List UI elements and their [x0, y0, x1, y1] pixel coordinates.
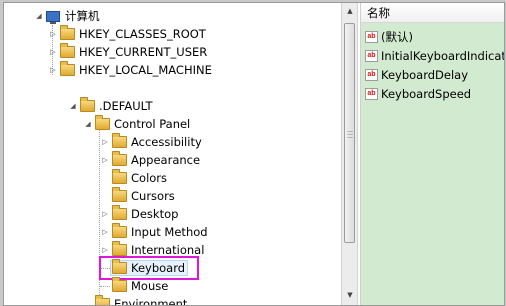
tree-scrollbar[interactable]: ▲ — — — ▼: [341, 3, 358, 305]
folder-icon: [112, 169, 127, 184]
string-value-icon: ab: [365, 69, 378, 81]
tree-node-computer[interactable]: ◢ 计算机: [34, 7, 100, 25]
tree-node-mouse[interactable]: Mouse: [100, 277, 168, 295]
folder-icon: [60, 25, 75, 40]
tree-node-appearance[interactable]: ▷ Appearance: [100, 151, 200, 169]
collapsed-arrow-icon[interactable]: ▷: [100, 228, 110, 236]
tree-node-label: .DEFAULT: [99, 99, 153, 113]
string-value-icon: ab: [365, 31, 378, 43]
value-name: KeyboardDelay: [381, 68, 469, 82]
folder-icon: [112, 241, 127, 256]
tree-node-label: HKEY_LOCAL_MACHINE: [79, 63, 212, 77]
tree-node-hklm[interactable]: ▷ HKEY_LOCAL_MACHINE: [48, 61, 212, 79]
value-row-keyboarddelay[interactable]: ab KeyboardDelay: [365, 66, 468, 84]
tree-node-hkcu[interactable]: ▷ HKEY_CURRENT_USER: [48, 43, 207, 61]
tree-node-label: Desktop: [131, 207, 179, 221]
collapsed-arrow-icon[interactable]: ▷: [48, 30, 58, 38]
expanded-arrow-icon[interactable]: ◢: [34, 12, 44, 20]
scroll-down-arrow-icon[interactable]: ▼: [343, 287, 357, 303]
scroll-up-arrow-icon[interactable]: ▲: [343, 3, 357, 19]
tree-node-environment[interactable]: Environment: [83, 295, 187, 305]
folder-icon: [60, 61, 75, 76]
registry-tree[interactable]: ◢ 计算机 ▷ HKEY_CLASSES_ROOT ▷ HKEY_CURRENT…: [4, 3, 341, 305]
folder-icon: [95, 295, 110, 305]
tree-node-label: HKEY_CURRENT_USER: [79, 45, 208, 59]
tree-node-accessibility[interactable]: ▷ Accessibility: [100, 133, 202, 151]
column-header-name[interactable]: 名称: [361, 3, 504, 23]
value-name: (默认): [381, 30, 413, 44]
value-name: KeyboardSpeed: [381, 87, 472, 101]
folder-icon: [112, 205, 127, 220]
tree-node-label: Input Method: [131, 225, 208, 239]
tree-node-label: 计算机: [65, 9, 100, 23]
tree-node-label: Appearance: [131, 153, 201, 167]
tree-node-label: HKEY_CLASSES_ROOT: [79, 27, 206, 41]
folder-icon: [112, 277, 127, 292]
collapsed-arrow-icon[interactable]: ▷: [100, 156, 110, 164]
tree-node-input-method[interactable]: ▷ Input Method: [100, 223, 208, 241]
value-row-initialkeyboardindicators[interactable]: ab InitialKeyboardIndicators: [365, 47, 504, 65]
folder-icon: [80, 97, 95, 112]
tree-node-label: Colors: [131, 171, 168, 185]
collapsed-arrow-icon[interactable]: ▷: [100, 246, 110, 254]
folder-icon: [112, 151, 127, 166]
tree-node-colors[interactable]: Colors: [100, 169, 167, 187]
tree-node-label: Cursors: [131, 189, 175, 203]
expanded-arrow-icon[interactable]: ◢: [68, 102, 78, 110]
tree-node-label: Mouse: [131, 279, 169, 293]
folder-icon: [112, 133, 127, 148]
collapsed-arrow-icon[interactable]: ▷: [48, 48, 58, 56]
tree-node-label: Control Panel: [114, 117, 191, 131]
folder-icon: [112, 223, 127, 238]
tree-node-hkcr[interactable]: ▷ HKEY_CLASSES_ROOT: [48, 25, 206, 43]
registry-editor-window: · : ◢ 计算机 ▷ HKEY_CLASSES_ROOT ▷ HKEY_CUR…: [3, 2, 505, 306]
tree-node-control-panel[interactable]: ◢ Control Panel: [83, 115, 190, 133]
value-row-default[interactable]: ab (默认): [365, 28, 413, 46]
value-name: InitialKeyboardIndicators: [381, 49, 504, 63]
tree-node-label: International: [131, 243, 205, 257]
value-row-keyboardspeed[interactable]: ab KeyboardSpeed: [365, 85, 471, 103]
collapsed-arrow-icon[interactable]: ▷: [100, 210, 110, 218]
string-value-icon: ab: [365, 50, 378, 62]
scrollbar-thumb[interactable]: — — —: [344, 23, 355, 243]
tree-node-cursors[interactable]: Cursors: [100, 187, 175, 205]
tree-node-desktop[interactable]: ▷ Desktop: [100, 205, 178, 223]
tree-node-label: Accessibility: [131, 135, 202, 149]
string-value-icon: ab: [365, 88, 378, 100]
folder-icon: [112, 187, 127, 202]
tree-node-default[interactable]: ◢ .DEFAULT: [68, 97, 152, 115]
collapsed-arrow-icon[interactable]: ▷: [48, 66, 58, 74]
folder-icon: [95, 115, 110, 130]
folder-icon: [60, 43, 75, 58]
grip-icon: — — —: [347, 128, 353, 141]
values-list[interactable]: 名称 ab (默认) ab InitialKeyboardIndicators …: [360, 3, 504, 305]
collapsed-arrow-icon[interactable]: ▷: [100, 138, 110, 146]
computer-icon: [46, 10, 60, 24]
tree-node-label: Environment: [114, 297, 188, 305]
expanded-arrow-icon[interactable]: ◢: [83, 120, 93, 128]
